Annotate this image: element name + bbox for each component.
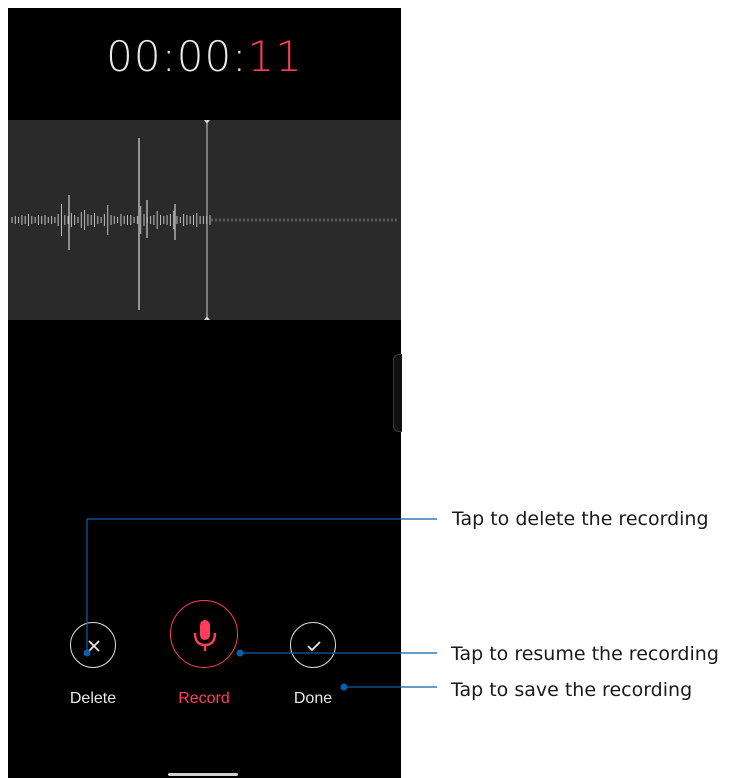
resume-callout-dot bbox=[236, 649, 244, 657]
resume-callout-text: Tap to resume the recording bbox=[451, 643, 719, 665]
save-callout-dot bbox=[340, 683, 348, 691]
save-callout-text: Tap to save the recording bbox=[451, 679, 693, 701]
delete-callout-text: Tap to delete the recording bbox=[452, 508, 709, 530]
delete-callout-dot bbox=[83, 649, 91, 657]
delete-callout-line bbox=[86, 518, 437, 653]
